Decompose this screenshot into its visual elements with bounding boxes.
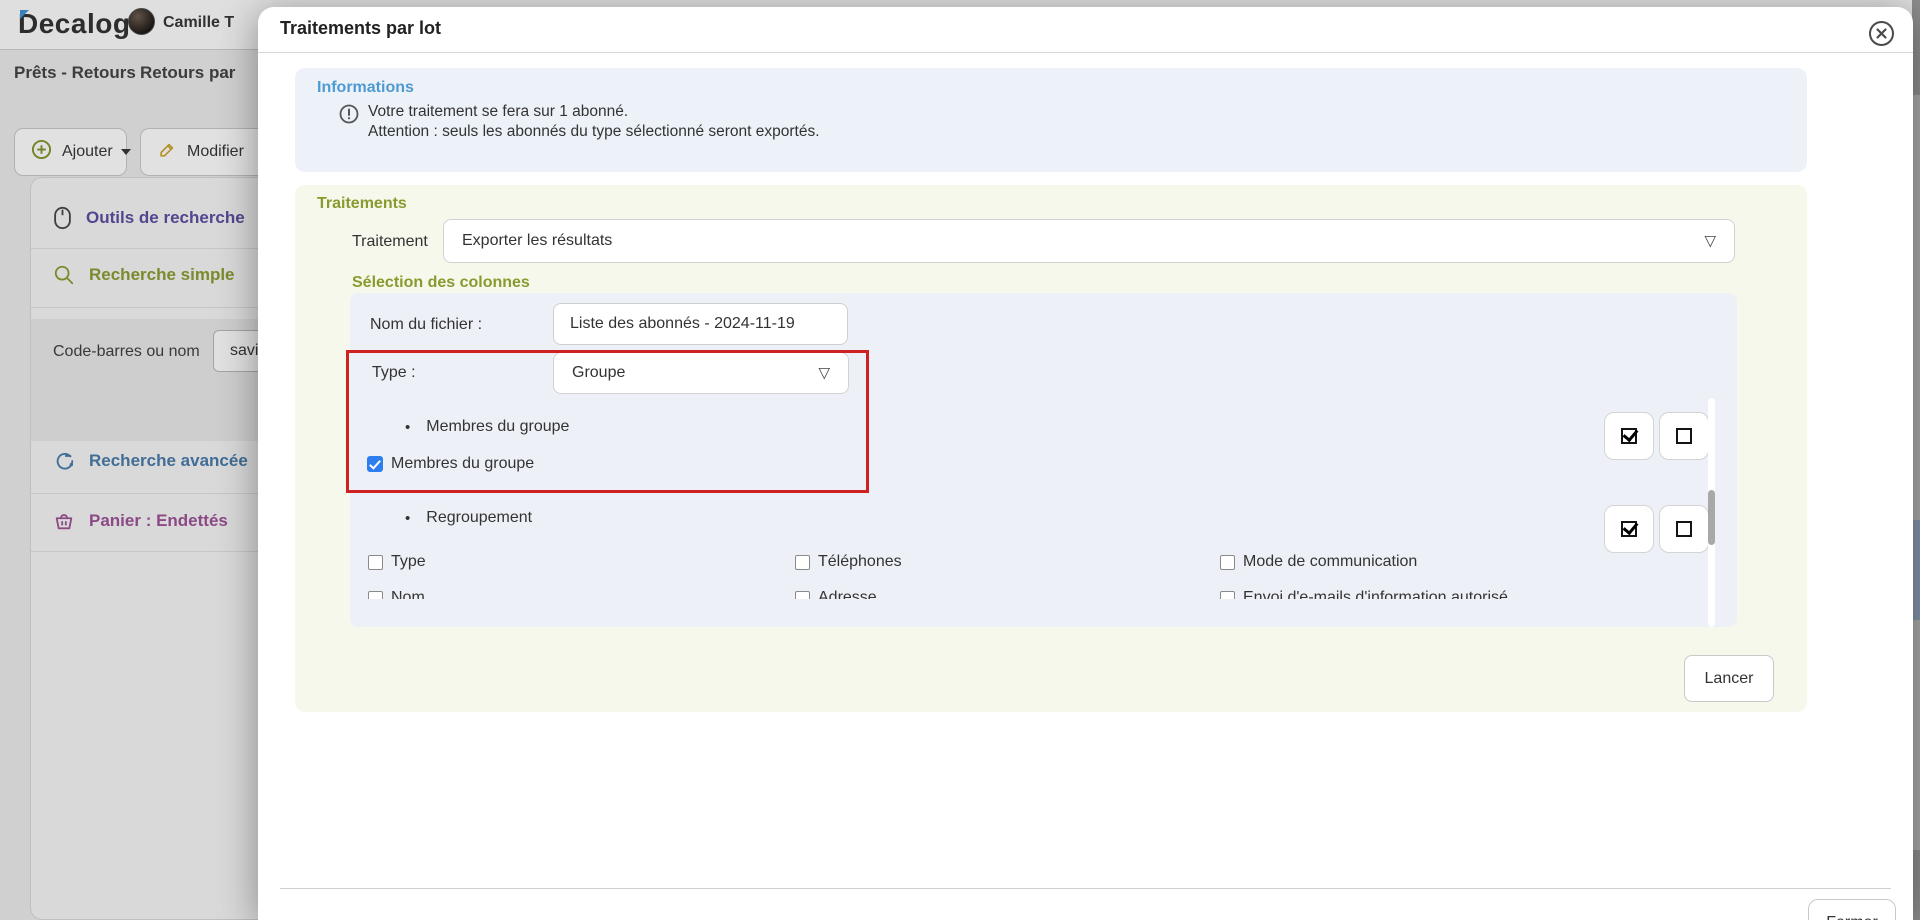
type-label: Type :: [372, 364, 416, 382]
type-select-value: Groupe: [572, 364, 625, 382]
unchecked-checkbox[interactable]: [795, 555, 810, 570]
batch-processing-modal: Traitements par lot Informations Votre t…: [258, 7, 1913, 920]
treatment-label: Traitement: [352, 233, 428, 251]
deselect-all-button[interactable]: [1659, 505, 1709, 553]
checked-checkbox-icon: [1621, 428, 1637, 444]
checkbox-label: Membres du groupe: [391, 455, 534, 473]
info-panel: Informations Votre traitement se fera su…: [295, 68, 1807, 172]
treatments-panel: Traitements Traitement Exporter les résu…: [295, 185, 1807, 712]
treatment-select-value: Exporter les résultats: [462, 232, 612, 250]
filename-input[interactable]: [553, 303, 848, 345]
info-heading: Informations: [317, 79, 414, 97]
info-line: Votre traitement se fera sur 1 abonné.: [368, 103, 628, 121]
regroup-section-bullet: • Regroupement: [405, 509, 532, 527]
checkbox-telephones: Téléphones: [795, 553, 902, 571]
checkbox-label: Téléphones: [818, 553, 902, 571]
columns-selection-panel: Nom du fichier : Type : Groupe ▽ • Membr…: [350, 293, 1737, 627]
filename-label: Nom du fichier :: [370, 316, 482, 334]
checked-checkbox-icon: [1621, 521, 1637, 537]
launch-button-label: Lancer: [1705, 670, 1754, 688]
checkbox-label: Mode de communication: [1243, 553, 1417, 571]
columns-scroll-area: Nom du fichier : Type : Groupe ▽ • Membr…: [350, 293, 1737, 599]
close-modal-button-label: Fermer: [1826, 914, 1878, 920]
checkbox-type: Type: [368, 553, 426, 571]
close-modal-button[interactable]: Fermer: [1808, 899, 1896, 920]
checkbox-label: Adresse: [818, 589, 877, 599]
divider: [280, 888, 1891, 889]
unchecked-checkbox[interactable]: [1220, 591, 1235, 600]
checked-checkbox[interactable]: [367, 456, 383, 472]
unchecked-checkbox-icon: [1676, 521, 1692, 537]
warning-icon: [339, 104, 359, 129]
unchecked-checkbox[interactable]: [1220, 555, 1235, 570]
chevron-down-icon: ▽: [818, 363, 830, 381]
deselect-all-button[interactable]: [1659, 412, 1709, 460]
launch-button[interactable]: Lancer: [1684, 655, 1774, 702]
checkbox-label: Nom: [391, 589, 425, 599]
unchecked-checkbox[interactable]: [795, 591, 810, 600]
checkbox-nom: Nom: [368, 589, 425, 599]
regroup-section-label: Regroupement: [426, 509, 532, 527]
info-line: Attention : seuls les abonnés du type sé…: [368, 123, 820, 141]
unchecked-checkbox[interactable]: [368, 591, 383, 600]
checkbox-communication-mode: Mode de communication: [1220, 553, 1417, 571]
treatment-select[interactable]: Exporter les résultats ▽: [443, 219, 1735, 263]
group-section-bullet: • Membres du groupe: [405, 418, 569, 436]
bullet-icon: •: [405, 419, 410, 436]
columns-heading: Sélection des colonnes: [352, 274, 530, 292]
chevron-down-icon: ▽: [1704, 231, 1716, 249]
app-screen: Decalog Camille T Prêts - Retours Retour…: [0, 0, 1920, 920]
divider: [258, 52, 1913, 53]
checkbox-emails: Envoi d'e-mails d'information autorisé: [1220, 589, 1508, 599]
checkbox-label: Type: [391, 553, 426, 571]
select-all-button[interactable]: [1604, 412, 1654, 460]
bullet-icon: •: [405, 510, 410, 527]
checkbox-adresse: Adresse: [795, 589, 877, 599]
treatments-heading: Traitements: [317, 195, 407, 213]
modal-title: Traitements par lot: [280, 18, 441, 39]
group-members-checkbox-row: Membres du groupe: [367, 455, 534, 473]
select-all-button[interactable]: [1604, 505, 1654, 553]
type-select[interactable]: Groupe ▽: [553, 352, 849, 394]
columns-scrollbar-thumb[interactable]: [1708, 490, 1715, 545]
unchecked-checkbox-icon: [1676, 428, 1692, 444]
group-section-label: Membres du groupe: [426, 418, 569, 436]
columns-scrollbar[interactable]: [1708, 398, 1715, 627]
unchecked-checkbox[interactable]: [368, 555, 383, 570]
close-icon[interactable]: [1868, 20, 1895, 47]
checkbox-label: Envoi d'e-mails d'information autorisé: [1243, 589, 1508, 599]
